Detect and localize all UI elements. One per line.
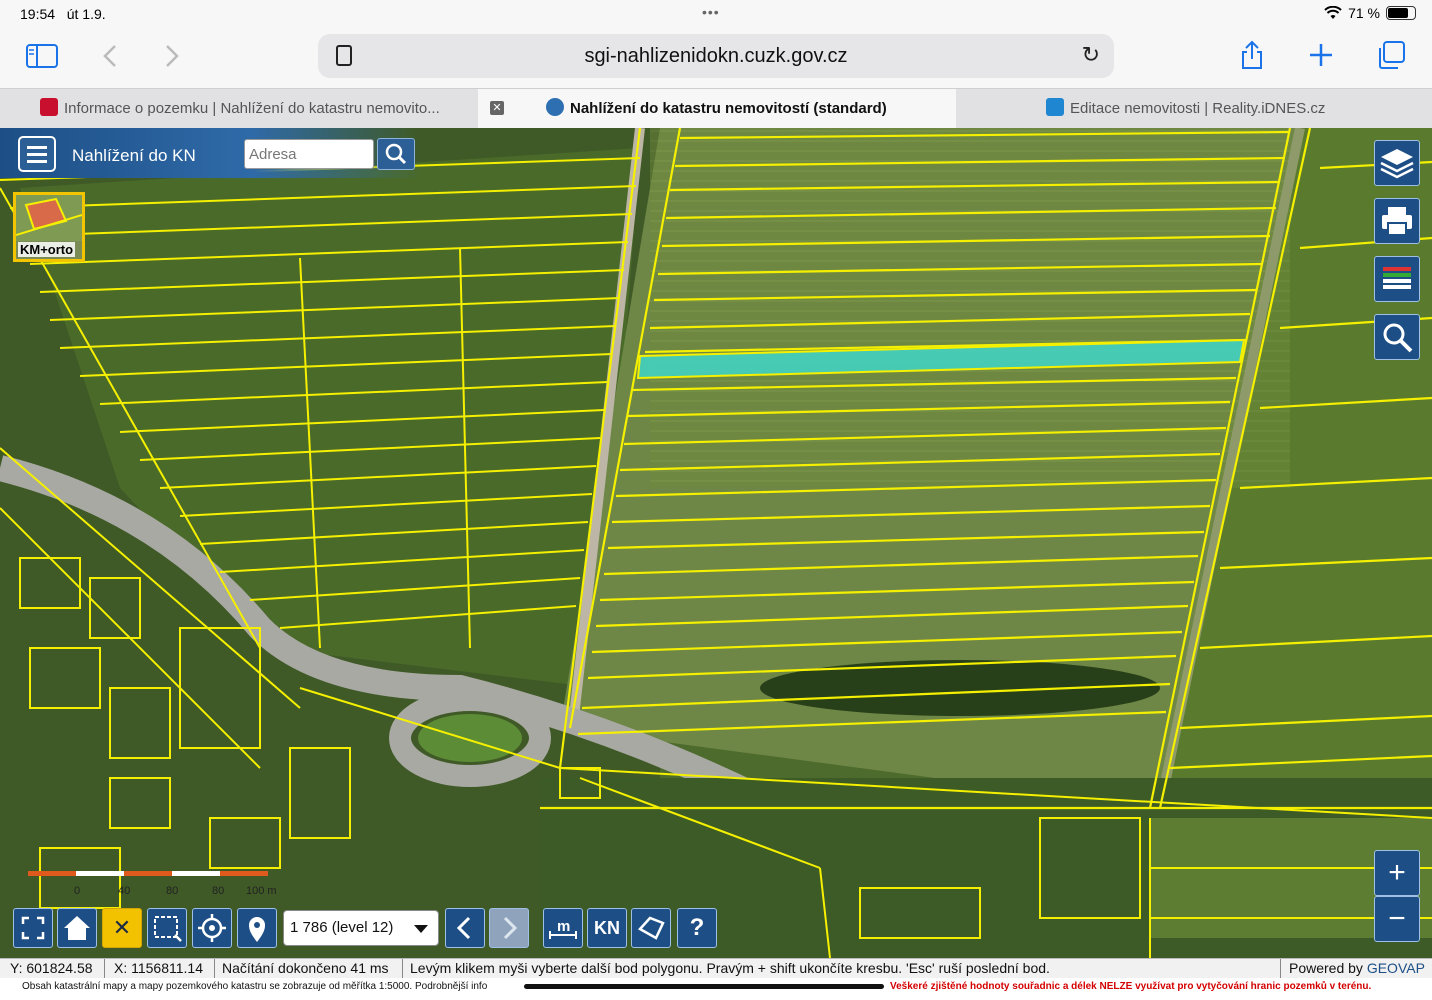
sidebar-icon[interactable] <box>26 44 58 68</box>
map-pin-icon <box>249 917 265 942</box>
fullscreen-icon <box>21 916 45 940</box>
chevron-left-icon <box>456 916 471 940</box>
home-indicator[interactable] <box>524 984 884 989</box>
scale-dropdown-value: 1 786 (level 12) <box>290 919 394 936</box>
tabs-overview-icon[interactable] <box>1376 40 1406 70</box>
disclaimer-bar: Obsah katastrální mapy a mapy pozemkovéh… <box>0 978 1432 1000</box>
scale-dropdown[interactable]: 1 786 (level 12) <box>283 910 439 946</box>
parcel-thumbnail-icon <box>15 195 83 241</box>
zoom-in-button[interactable]: + <box>1374 850 1420 896</box>
kn-info-button[interactable]: KN <box>587 908 627 948</box>
layers-icon <box>1380 149 1414 179</box>
full-extent-button[interactable] <box>13 908 53 948</box>
scale-label-40: 40 <box>118 885 131 897</box>
basemap-switcher[interactable]: KM+orto <box>13 192 85 262</box>
tab-nahlizeni-standard[interactable]: Nahlížení do katastru nemovitostí (stand… <box>478 89 956 129</box>
geovap-link[interactable]: GEOVAP <box>1367 960 1425 976</box>
status-bar: 19:54 út 1.9. ••• 71 % <box>0 0 1432 28</box>
locate-button[interactable] <box>192 908 232 948</box>
load-time: Načítání dokončeno 41 ms <box>222 960 389 976</box>
tab-bar: Informace o pozemku | Nahlížení do katas… <box>0 88 1432 129</box>
measure-button[interactable]: m <box>543 908 583 948</box>
layers-button[interactable] <box>1374 140 1420 186</box>
print-button[interactable] <box>1374 198 1420 244</box>
cadastral-map[interactable]: Nahlížení do KN KM+orto 0 40 80 80 100 m… <box>0 128 1432 958</box>
tab-informace-o-pozemku[interactable]: Informace o pozemku | Nahlížení do katas… <box>0 89 478 129</box>
printer-icon <box>1382 207 1412 236</box>
battery-percent: 71 % <box>1348 5 1380 21</box>
scale-label-80b: 80 <box>212 885 225 897</box>
new-tab-icon[interactable] <box>1308 42 1334 68</box>
battery-icon <box>1386 6 1416 20</box>
idnes-favicon-icon <box>1046 98 1064 116</box>
scale-bar <box>28 871 268 879</box>
polygon-draw-icon <box>638 916 665 940</box>
status-footer: Y: 601824.58 X: 1156811.14 Načítání doko… <box>0 958 1432 979</box>
cancel-tool-button[interactable]: ✕ <box>102 908 142 948</box>
multitasking-dots-icon[interactable]: ••• <box>702 4 720 20</box>
browser-toolbar: sgi-nahlizenidokn.cuzk.gov.cz ↻ <box>0 28 1432 88</box>
globe-favicon-icon <box>546 98 564 116</box>
url-text[interactable]: sgi-nahlizenidokn.cuzk.gov.cz <box>318 45 1114 68</box>
close-icon: ✕ <box>112 915 132 940</box>
polygon-tool-button[interactable] <box>631 908 671 948</box>
minus-icon: − <box>1388 902 1406 935</box>
place-marker-button[interactable] <box>237 908 277 948</box>
reload-icon[interactable]: ↻ <box>1082 42 1100 68</box>
magnifier-icon <box>1383 323 1413 353</box>
disclaimer-warning: Veškeré zjištěné hodnoty souřadnic a dél… <box>890 981 1372 992</box>
next-extent-button[interactable] <box>489 908 529 948</box>
previous-extent-button[interactable] <box>445 908 485 948</box>
help-icon: ? <box>689 914 705 941</box>
coord-y: Y: 601824.58 <box>10 960 93 976</box>
app-title: Nahlížení do KN <box>72 146 196 165</box>
forward-icon[interactable] <box>164 44 180 68</box>
home-icon <box>64 916 90 940</box>
kn-label: KN <box>594 918 620 938</box>
tool-hint: Levým klikem myši vyberte další bod poly… <box>410 960 1050 976</box>
scale-label-100m: 100 m <box>246 885 277 897</box>
wifi-icon <box>1324 6 1342 19</box>
share-icon[interactable] <box>1240 40 1264 70</box>
hamburger-menu-button[interactable] <box>18 136 56 172</box>
scale-label-80a: 80 <box>166 885 179 897</box>
search-parcel-button[interactable] <box>1374 314 1420 360</box>
zoom-out-button[interactable]: − <box>1374 896 1420 942</box>
map-toolbar: ✕ 1 786 (level 12) m KN ? <box>0 908 740 952</box>
plus-icon: + <box>1388 856 1406 889</box>
chevron-down-icon <box>414 925 428 933</box>
chevron-right-icon <box>503 916 518 940</box>
legend-button[interactable] <box>1374 256 1420 302</box>
svg-text:m: m <box>557 918 570 935</box>
powered-by[interactable]: Powered by GEOVAP <box>1289 960 1425 976</box>
tab-close-icon[interactable]: ✕ <box>490 101 504 115</box>
disclaimer-left: Obsah katastrální mapy a mapy pozemkovéh… <box>22 981 488 992</box>
help-button[interactable]: ? <box>677 908 717 948</box>
tab-reality-idnes[interactable]: Editace nemovitosti | Reality.iDNES.cz <box>956 89 1432 129</box>
scale-label-0: 0 <box>74 885 81 897</box>
legend-icon <box>1383 267 1411 289</box>
crosshair-icon <box>198 914 226 942</box>
rectangle-select-icon <box>154 916 182 942</box>
zoom-rectangle-button[interactable] <box>147 908 187 948</box>
search-icon <box>385 143 407 165</box>
search-button[interactable] <box>377 138 415 170</box>
address-bar[interactable]: sgi-nahlizenidokn.cuzk.gov.cz ↻ <box>318 34 1114 78</box>
orthophoto-with-parcels[interactable] <box>0 128 1432 958</box>
back-icon[interactable] <box>102 44 118 68</box>
cuzk-favicon-icon <box>40 98 58 116</box>
address-search-input[interactable] <box>244 139 374 169</box>
basemap-label: KM+orto <box>18 242 76 257</box>
home-button[interactable] <box>57 908 97 948</box>
status-time: 19:54 út 1.9. <box>20 6 106 22</box>
coord-x: X: 1156811.14 <box>114 960 204 976</box>
ruler-icon: m <box>549 918 577 939</box>
